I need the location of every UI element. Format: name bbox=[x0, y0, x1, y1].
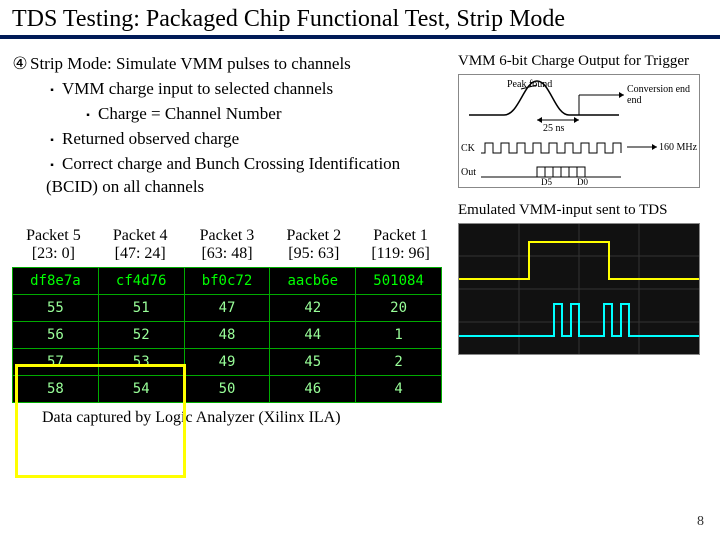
packet-label: Packet 2[95: 63] bbox=[272, 227, 355, 263]
bullet-subsub1: ▪Charge = Channel Number bbox=[82, 103, 442, 126]
packet-label: Packet 3[63: 48] bbox=[186, 227, 269, 263]
content-area: ④Strip Mode: Simulate VMM pulses to chan… bbox=[0, 39, 720, 427]
circled-4-icon: ④ bbox=[12, 53, 28, 76]
packet-label: Packet 1[119: 96] bbox=[359, 227, 442, 263]
table-row: 55 51 47 42 20 bbox=[13, 294, 442, 321]
peak-found-label: Peak found bbox=[507, 79, 552, 90]
bullet-top: ④Strip Mode: Simulate VMM pulses to chan… bbox=[12, 53, 442, 76]
table-caption: Data captured by Logic Analyzer (Xilinx … bbox=[12, 409, 442, 427]
bullet-list: ④Strip Mode: Simulate VMM pulses to chan… bbox=[12, 53, 442, 199]
oscilloscope-screenshot bbox=[458, 223, 700, 355]
page-number: 8 bbox=[697, 514, 704, 530]
table-row: 56 52 48 44 1 bbox=[13, 321, 442, 348]
square-bullet-icon: ▪ bbox=[46, 159, 58, 173]
svg-text:end: end bbox=[627, 95, 641, 106]
ck-label: CK bbox=[461, 143, 476, 154]
bullet-sub1: ▪VMM charge input to selected channels bbox=[46, 78, 442, 101]
ila-data-table: df8e7a cf4d76 bf0c72 aacb6e 501084 55 51… bbox=[12, 267, 442, 403]
slide: TDS Testing: Packaged Chip Functional Te… bbox=[0, 0, 720, 540]
conv-end-label: Conversion end bbox=[627, 84, 690, 95]
table-row: 58 54 50 46 4 bbox=[13, 375, 442, 402]
left-column: ④Strip Mode: Simulate VMM pulses to chan… bbox=[12, 53, 442, 427]
page-title: TDS Testing: Packaged Chip Functional Te… bbox=[12, 6, 708, 33]
packet-labels: Packet 5[23: 0] Packet 4[47: 24] Packet … bbox=[12, 227, 442, 263]
table-row: df8e7a cf4d76 bf0c72 aacb6e 501084 bbox=[13, 267, 442, 294]
chart1-title: VMM 6-bit Charge Output for Trigger bbox=[458, 53, 708, 70]
table-row: 57 53 49 45 2 bbox=[13, 348, 442, 375]
packet-label: Packet 4[47: 24] bbox=[99, 227, 182, 263]
bullet-sub2: ▪Returned observed charge bbox=[46, 128, 442, 151]
bullet-sub3: ▪Correct charge and Bunch Crossing Ident… bbox=[46, 153, 442, 199]
160mhz-label: 160 MHz bbox=[659, 142, 698, 153]
timing-diagram: Peak found 25 ns Conversion end end CK bbox=[458, 74, 700, 188]
square-bullet-icon: ▪ bbox=[46, 84, 58, 98]
25ns-label: 25 ns bbox=[543, 123, 565, 134]
packet-label: Packet 5[23: 0] bbox=[12, 227, 95, 263]
chart2-title: Emulated VMM-input sent to TDS bbox=[458, 202, 708, 219]
title-bar: TDS Testing: Packaged Chip Functional Te… bbox=[0, 0, 720, 39]
square-bullet-icon: ▪ bbox=[46, 134, 58, 148]
square-bullet-icon: ▪ bbox=[82, 109, 94, 123]
out-label: Out bbox=[461, 167, 476, 178]
d5-label: D5 bbox=[541, 177, 552, 187]
right-column: VMM 6-bit Charge Output for Trigger Peak… bbox=[458, 53, 708, 355]
d0-label: D0 bbox=[577, 177, 588, 187]
